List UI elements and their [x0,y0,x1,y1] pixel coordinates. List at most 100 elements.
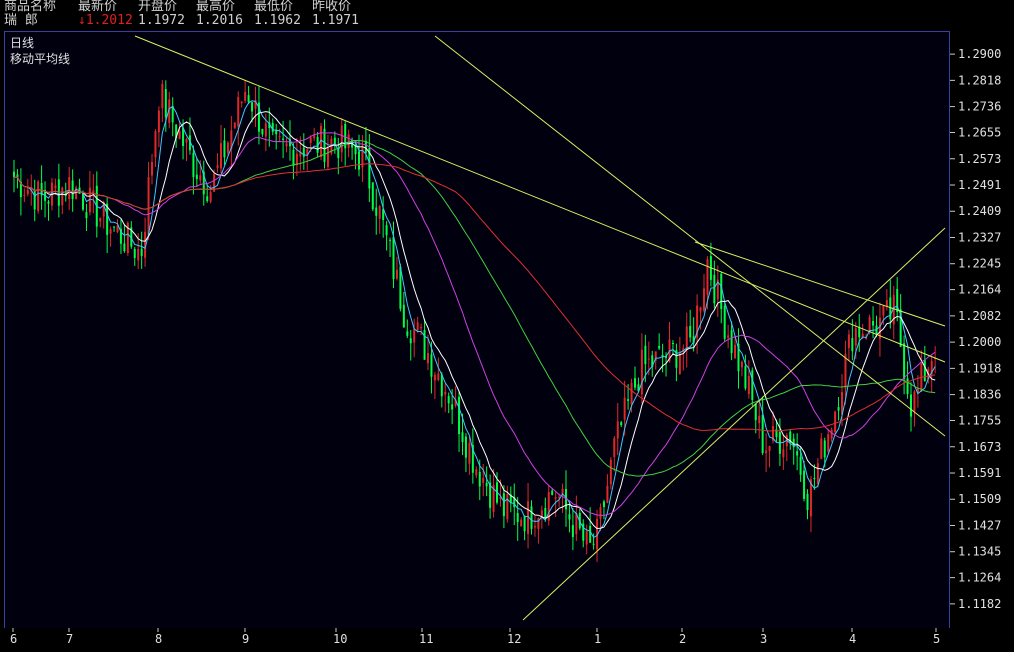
candle-body [923,360,926,382]
candle-body [292,149,295,166]
col-prev-header: 昨收价 [312,0,352,14]
date-tick-label: 7 [66,632,73,646]
candle-body [385,225,388,236]
candle-body [609,459,612,485]
candle-body [585,530,588,545]
ma-red-line [14,163,936,432]
price-tick-label: 1.2245 [958,257,1001,271]
candle-body [678,353,681,374]
candle-body [602,501,605,507]
candle-body [420,327,423,329]
candlestick-chart[interactable] [5,32,949,628]
candle-body [740,361,743,368]
date-tick-label: 12 [507,632,521,646]
chart-panel[interactable]: 日线 移动平均线 [4,31,950,629]
candle-body [751,370,754,401]
candle-body [413,328,416,343]
instrument-name: 瑞 郎 [4,13,38,28]
candle-body [768,446,771,451]
candle-body [140,248,143,256]
date-tick-label: 6 [10,632,17,646]
price-tick-label: 1.1345 [958,545,1001,559]
period-label[interactable]: 日线 [10,34,34,51]
candle-body [354,145,357,155]
candle-body [364,140,367,153]
indicator-label[interactable]: 移动平均线 [10,50,70,67]
candle-body [433,374,436,381]
candle-body [240,101,243,104]
candle-body [644,345,647,365]
price-tick-label: 1.1836 [958,388,1001,402]
candle-body [482,478,485,483]
candle-body [613,438,616,458]
price-tick-label: 1.1264 [958,571,1001,585]
candle-body [461,432,464,443]
candle-body [26,189,29,195]
candle-body [640,349,643,395]
candle-body [747,375,750,395]
candle-body [13,171,15,178]
candle-body [54,185,57,189]
candle-body [758,415,761,424]
date-tick-label: 11 [419,632,433,646]
price-axis: 1.2900 1.2818 1.2736 1.2655 1.2573 1.2491 1.24… [950,31,1014,627]
quote-header: 商品名称 最新价 开盘价 最高价 最低价 昨收价 瑞 郎 ↓1.2012 1.1… [0,0,1014,30]
candle-body [264,123,267,137]
candle-body [113,226,116,228]
candle-body [502,493,505,517]
price-tick-label: 1.2900 [958,47,1001,61]
candle-body [271,122,274,132]
candle-body [309,137,312,143]
date-tick-label: 3 [760,632,767,646]
candle-body [371,182,374,210]
candle-body [699,307,702,312]
candle-body [592,543,595,545]
candle-body [195,174,198,180]
candle-body [209,192,212,202]
candle-body [727,335,730,338]
candle-body [154,131,157,158]
candle-body [813,478,816,480]
candle-body [161,83,164,109]
candle-body [723,305,726,339]
candle-body [395,269,398,279]
col-latest-header: 最新价 [78,0,118,14]
candle-body [851,338,854,352]
trendline [134,35,946,363]
candle-body [658,345,661,349]
candle-body [554,497,557,499]
candle-body [464,436,467,458]
candle-body [837,407,840,411]
price-tick-label: 1.2736 [958,100,1001,114]
candle-body [706,259,709,295]
candle-body [151,162,153,176]
candle-body [206,196,209,202]
candle-body [620,422,623,426]
candle-body [109,229,112,234]
candle-body [430,354,433,377]
date-tick-label: 4 [849,632,856,646]
price-tick-label: 1.1673 [958,440,1001,454]
candle-body [478,471,481,487]
candle-body [157,110,160,133]
col-high-header: 最高价 [196,0,236,14]
candle-body [164,89,167,118]
candle-body [440,374,443,397]
candle-body [623,397,626,420]
candle-body [506,494,509,520]
candle-body [533,526,536,528]
candle-body [589,525,592,543]
candle-body [703,288,705,311]
candle-body [247,95,250,103]
candle-body [416,322,419,331]
candle-body [133,248,136,258]
candle-body [730,330,733,354]
candle-body [906,378,909,394]
candle-body [882,305,885,316]
candle-body [820,438,823,459]
candle-body [523,515,526,532]
high-price: 1.2016 [196,13,243,28]
candle-body [816,463,819,485]
candle-body [782,449,785,458]
candle-body [803,470,806,499]
